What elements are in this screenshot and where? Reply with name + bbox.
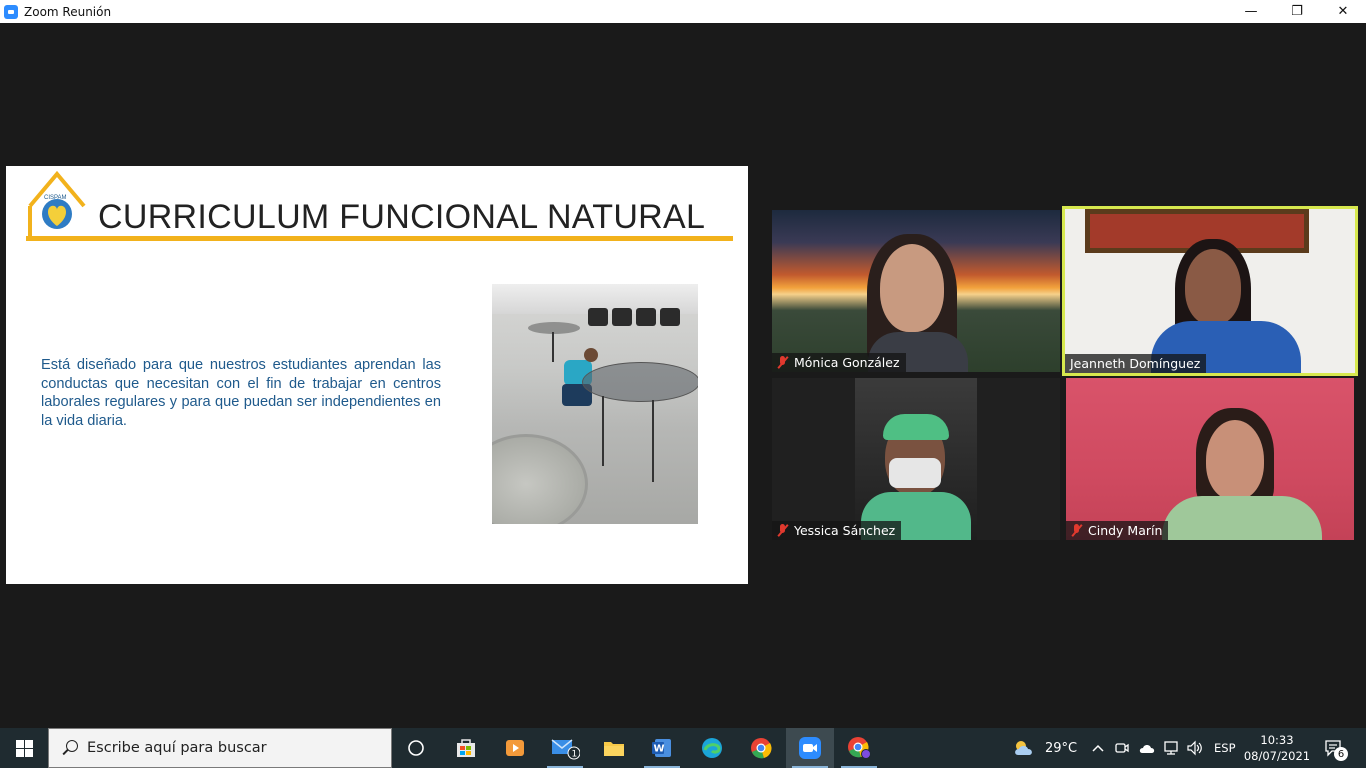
clock-date: 08/07/2021: [1243, 749, 1311, 763]
chrome-button[interactable]: [737, 728, 785, 768]
slide-photo: [492, 284, 698, 524]
chrome-profile-icon: [848, 737, 871, 759]
weather-widget[interactable]: 29°C: [1012, 728, 1077, 768]
participant-name: Mónica González: [794, 355, 900, 370]
participant-tile[interactable]: Yessica Sánchez: [772, 378, 1060, 540]
task-view-icon: [408, 740, 424, 756]
speaker-icon: [1187, 740, 1202, 756]
slide-body-text: Está diseñado para que nuestros estudian…: [41, 357, 441, 429]
notification-count-badge: 6: [1334, 747, 1348, 761]
photo-chair: [660, 308, 680, 326]
slide-title: CURRICULUM FUNCIONAL NATURAL: [98, 198, 706, 236]
close-button[interactable]: ✕: [1320, 0, 1366, 23]
participant-name-label: Mónica González: [772, 353, 906, 372]
onedrive-cloud-icon: [1139, 745, 1155, 753]
participant-shirt: [1162, 496, 1322, 540]
participant-face: [880, 244, 944, 332]
word-icon: W: [652, 739, 671, 757]
windows-taskbar: Escribe aquí para buscar 1 W 29°C ESP 10…: [0, 728, 1366, 768]
search-placeholder: Escribe aquí para buscar: [87, 740, 267, 756]
store-icon: [457, 739, 475, 757]
clock-time: 10:33: [1260, 733, 1294, 747]
onedrive-button[interactable]: [1138, 728, 1156, 768]
participant-name-label: Cindy Marín: [1066, 521, 1169, 540]
participant-name-label: Yessica Sánchez: [772, 521, 902, 540]
show-hidden-icons-button[interactable]: [1090, 728, 1106, 768]
task-view-button[interactable]: [392, 728, 440, 768]
zoom-app-icon: [4, 4, 18, 19]
photo-chair: [636, 308, 656, 326]
meet-now-icon: [1115, 743, 1129, 753]
chevron-up-icon: [1092, 744, 1104, 752]
network-icon: [1164, 741, 1178, 755]
photo-table-leg: [602, 396, 604, 466]
participant-tile-active-speaker[interactable]: Jeanneth Domínguez: [1062, 206, 1358, 376]
logo-text: CISPAM: [44, 195, 67, 201]
photo-chair: [612, 308, 632, 326]
photo-student-head: [584, 348, 598, 362]
zoom-button[interactable]: [786, 728, 834, 768]
muted-mic-icon: [1071, 524, 1083, 537]
photo-chair: [588, 308, 608, 326]
svg-text:W: W: [654, 744, 665, 755]
taskbar-search-box[interactable]: Escribe aquí para buscar: [48, 728, 392, 768]
zoom-icon: [799, 737, 821, 759]
start-button[interactable]: [0, 728, 48, 768]
photo-table-leg: [652, 400, 654, 482]
file-explorer-icon: [604, 742, 624, 756]
participant-face: [1185, 249, 1241, 325]
cispam-logo: CISPAM: [28, 170, 86, 238]
maximize-button[interactable]: ❐: [1274, 0, 1320, 23]
participant-name: Cindy Marín: [1088, 523, 1163, 538]
photo-table-leg: [552, 332, 554, 362]
network-button[interactable]: [1162, 728, 1180, 768]
photo-table-back: [528, 322, 580, 334]
muted-mic-icon: [777, 356, 789, 369]
title-underline: [26, 236, 733, 241]
participant-video-frame: [855, 378, 977, 540]
participant-tile[interactable]: Mónica González: [772, 210, 1060, 372]
media-player-button[interactable]: [491, 728, 539, 768]
participant-face-mask: [889, 458, 941, 488]
search-icon: [61, 739, 79, 757]
muted-mic-icon: [777, 524, 789, 537]
mail-button[interactable]: 1: [541, 728, 589, 768]
media-player-icon: [506, 740, 524, 756]
photo-floor-drain: [492, 434, 588, 524]
file-explorer-button[interactable]: [590, 728, 638, 768]
windows-logo-icon: [15, 739, 33, 757]
mail-icon: 1: [551, 739, 580, 760]
edge-icon: [702, 738, 722, 758]
weather-temperature: 29°C: [1045, 740, 1078, 756]
meet-now-button[interactable]: [1114, 728, 1130, 768]
participant-name: Yessica Sánchez: [794, 523, 896, 538]
input-language[interactable]: ESP: [1214, 728, 1236, 768]
chrome-icon: [751, 738, 772, 759]
participant-name: Jeanneth Domínguez: [1070, 356, 1201, 371]
photo-table-glass: [582, 362, 698, 402]
title-bar: Zoom Reunión — ❐ ✕: [0, 0, 1366, 23]
minimize-button[interactable]: —: [1228, 0, 1274, 23]
system-clock[interactable]: 10:33 08/07/2021: [1240, 732, 1314, 764]
edge-button[interactable]: [688, 728, 736, 768]
store-button[interactable]: [442, 728, 490, 768]
mail-badge-count: 1: [572, 750, 578, 760]
participant-name-label: Jeanneth Domínguez: [1065, 354, 1207, 373]
window-title: Zoom Reunión: [24, 4, 112, 19]
chrome-profile-button[interactable]: [835, 728, 883, 768]
participant-face: [1206, 420, 1264, 500]
shared-screen-slide[interactable]: CISPAM CURRICULUM FUNCIONAL NATURAL Está…: [6, 166, 748, 584]
participant-cap: [883, 414, 949, 440]
word-button[interactable]: W: [638, 728, 686, 768]
weather-cloud-icon: [1015, 741, 1032, 755]
volume-button[interactable]: [1186, 728, 1204, 768]
participant-tile[interactable]: Cindy Marín: [1066, 378, 1354, 540]
